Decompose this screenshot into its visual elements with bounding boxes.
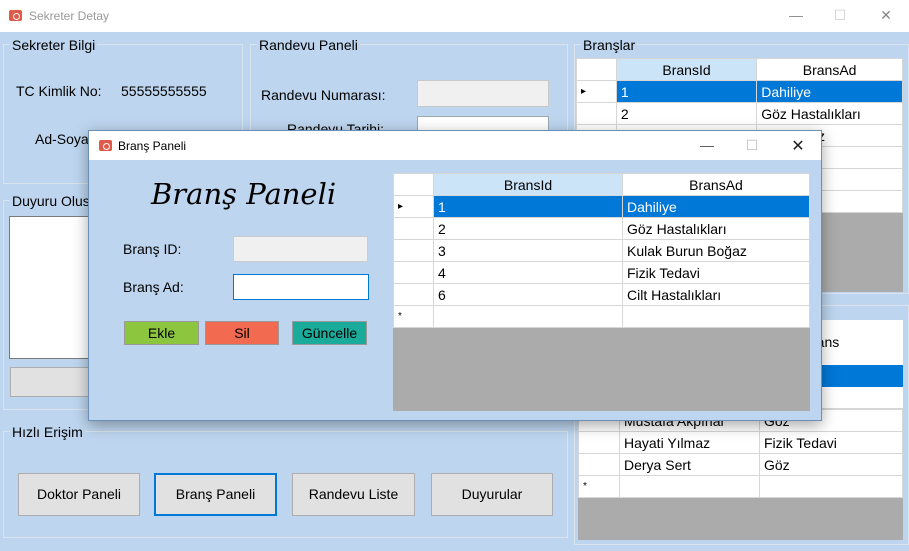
cell-doktor-brans[interactable]: Fizik Tedavi <box>759 431 903 454</box>
brans-paneli-dialog: Branş Paneli — ☐ ✕ Branş Paneli Branş ID… <box>88 130 822 421</box>
brans-id-label: Branş ID: <box>123 241 182 257</box>
table-row[interactable]: ▸ 1 Dahiliye <box>393 195 810 218</box>
brans-ad-input[interactable] <box>233 274 369 300</box>
dialog-heading: Branş Paneli <box>151 177 337 211</box>
new-row-marker[interactable]: * <box>578 475 620 498</box>
row-header[interactable] <box>393 217 434 240</box>
cell-bransid[interactable]: 6 <box>433 283 623 306</box>
brans-ad-label: Branş Ad: <box>123 279 184 295</box>
table-row[interactable]: Derya Sert Göz <box>578 453 903 476</box>
table-row[interactable]: Hayati Yılmaz Fizik Tedavi <box>578 431 903 454</box>
row-header-current[interactable]: ▸ <box>576 80 617 103</box>
cell-bransid[interactable]: 2 <box>433 217 623 240</box>
guncelle-button[interactable]: Güncelle <box>292 321 367 345</box>
branslar-title: Branşlar <box>581 37 638 53</box>
adsoyad-label: Ad-Soya <box>35 131 89 147</box>
cell-bransid[interactable]: 4 <box>433 261 623 284</box>
dialog-maximize-button[interactable]: ☐ <box>732 137 772 154</box>
duyuru-title: Duyuru Olus <box>10 193 92 209</box>
table-row[interactable]: 2 Göz Hastalıkları <box>393 217 810 240</box>
table-row[interactable]: 2 Göz Hastalıkları <box>576 102 903 125</box>
grid-corner <box>393 173 434 196</box>
randevu-numara-label: Randevu Numarası: <box>261 87 386 103</box>
table-row-new[interactable]: * <box>393 305 810 328</box>
brans-id-input[interactable] <box>233 236 368 262</box>
minimize-button[interactable]: — <box>776 7 816 23</box>
window-title: Sekreter Detay <box>29 9 110 23</box>
dialog-title: Branş Paneli <box>118 139 187 153</box>
column-header-bransid[interactable]: BransId <box>615 58 758 81</box>
grid-corner <box>576 58 617 81</box>
randevu-numara-input[interactable] <box>417 80 549 107</box>
cell-bransad[interactable]: Fizik Tedavi <box>622 261 810 284</box>
sil-button[interactable]: Sil <box>205 321 279 345</box>
tc-value: 55555555555 <box>121 83 207 99</box>
duyuru-textarea[interactable] <box>9 216 91 359</box>
row-header[interactable] <box>578 431 620 454</box>
cell-doktor-brans[interactable]: Göz <box>759 453 903 476</box>
table-row[interactable]: 6 Cilt Hastalıkları <box>393 283 810 306</box>
dialog-app-icon <box>99 140 112 151</box>
new-row-marker[interactable]: * <box>393 305 434 328</box>
dialog-brans-grid[interactable]: BransId BransAd ▸ 1 Dahiliye 2 Göz Hasta… <box>393 173 810 411</box>
row-header[interactable] <box>578 453 620 476</box>
cell-bransad[interactable]: Göz Hastalıkları <box>756 102 903 125</box>
table-row[interactable]: 3 Kulak Burun Boğaz <box>393 239 810 262</box>
cell-empty[interactable] <box>619 475 760 498</box>
dialog-titlebar: Branş Paneli — ☐ ✕ <box>89 131 821 160</box>
table-row-new[interactable]: * <box>578 475 903 498</box>
row-header[interactable] <box>576 102 617 125</box>
row-header-current[interactable]: ▸ <box>393 195 434 218</box>
dialog-minimize-button[interactable]: — <box>687 137 727 153</box>
app-icon <box>9 10 22 21</box>
cell-doktor-ad[interactable]: Derya Sert <box>619 453 760 476</box>
duyuru-olustur-button[interactable] <box>10 367 90 397</box>
maximize-button[interactable]: ☐ <box>820 7 860 24</box>
cell-bransad[interactable]: Cilt Hastalıkları <box>622 283 810 306</box>
table-row[interactable]: 4 Fizik Tedavi <box>393 261 810 284</box>
row-header[interactable] <box>393 239 434 262</box>
brans-paneli-button[interactable]: Branş Paneli <box>154 473 277 516</box>
duyurular-button[interactable]: Duyurular <box>431 473 553 516</box>
cell-bransad[interactable]: Dahiliye <box>756 80 903 103</box>
sekreter-bilgi-title: Sekreter Bilgi <box>10 37 98 53</box>
randevu-liste-button[interactable]: Randevu Liste <box>292 473 415 516</box>
column-header-bransad[interactable]: BransAd <box>756 58 903 81</box>
dialog-close-button[interactable]: ✕ <box>778 136 818 156</box>
row-header[interactable] <box>393 261 434 284</box>
hizli-erisim-title: Hızlı Erişim <box>10 424 85 440</box>
randevu-paneli-title: Randevu Paneli <box>257 37 360 53</box>
tc-label: TC Kimlik No: <box>16 83 102 99</box>
cell-bransad[interactable]: Kulak Burun Boğaz <box>622 239 810 262</box>
row-header[interactable] <box>393 283 434 306</box>
cell-bransid[interactable]: 2 <box>615 102 758 125</box>
cell-doktor-ad[interactable]: Hayati Yılmaz <box>619 431 760 454</box>
cell-empty[interactable] <box>759 475 903 498</box>
cell-bransad[interactable]: Dahiliye <box>622 195 810 218</box>
doktor-paneli-button[interactable]: Doktor Paneli <box>18 473 140 516</box>
cell-bransid[interactable]: 1 <box>615 80 758 103</box>
column-header-bransid[interactable]: BransId <box>433 173 623 196</box>
main-titlebar: Sekreter Detay — ☐ ✕ <box>0 0 909 32</box>
cell-empty[interactable] <box>622 305 810 328</box>
table-row[interactable]: ▸ 1 Dahiliye <box>576 80 903 103</box>
cell-bransad[interactable]: Göz Hastalıkları <box>622 217 810 240</box>
cell-bransid[interactable]: 1 <box>433 195 623 218</box>
column-header-bransad[interactable]: BransAd <box>622 173 810 196</box>
ekle-button[interactable]: Ekle <box>124 321 199 345</box>
close-button[interactable]: ✕ <box>866 7 906 24</box>
cell-empty[interactable] <box>433 305 623 328</box>
cell-bransid[interactable]: 3 <box>433 239 623 262</box>
